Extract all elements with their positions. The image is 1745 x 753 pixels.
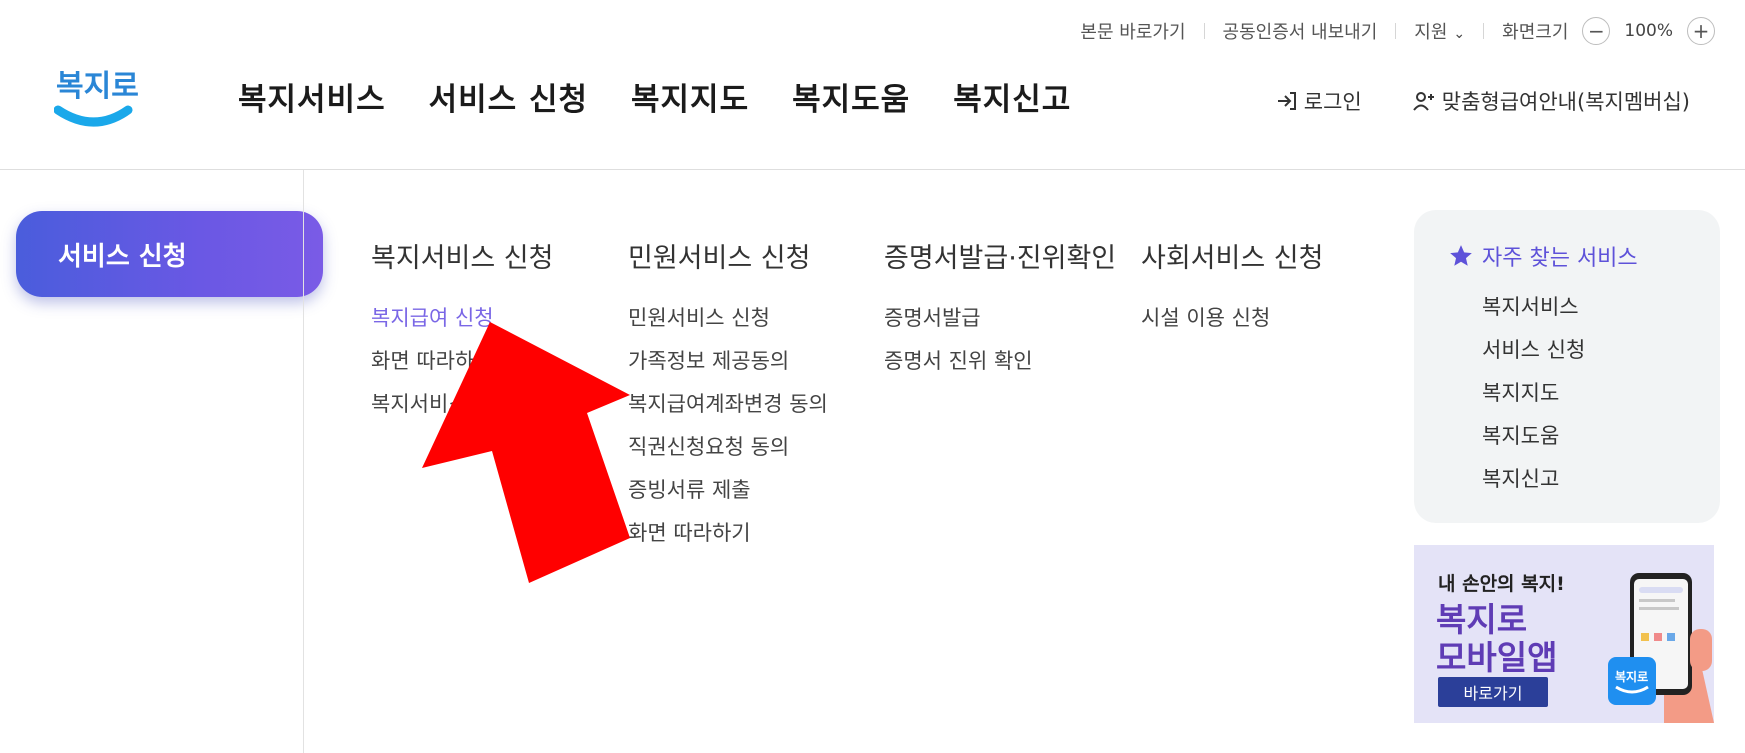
gnb-welfare-report[interactable]: 복지신고 bbox=[953, 74, 1071, 119]
login-label: 로그인 bbox=[1303, 90, 1362, 114]
favorite-services-title: 자주 찾는 서비스 bbox=[1482, 246, 1638, 271]
divider bbox=[1395, 23, 1397, 39]
menu-column-civil-application: 민원서비스 신청 민원서비스 신청 가족정보 제공동의 복지급여계좌변경 동의 … bbox=[628, 236, 828, 555]
zoom-level: 100% bbox=[1624, 21, 1673, 41]
header-divider bbox=[0, 169, 1745, 170]
logo-text: 복지로 bbox=[56, 69, 139, 104]
membership-label: 맞춤형급여안내(복지멤버십) bbox=[1441, 90, 1690, 114]
gnb-welfare-service[interactable]: 복지서비스 bbox=[238, 74, 386, 119]
banner-title: 복지로 모바일앱 bbox=[1436, 601, 1557, 677]
favorite-item-welfare-report[interactable]: 복지신고 bbox=[1448, 458, 1720, 501]
logo-mark-icon: 복지로 bbox=[53, 69, 139, 127]
red-arrow-annotation bbox=[422, 322, 630, 583]
skip-to-content-link[interactable]: 본문 바로가기 bbox=[1080, 18, 1185, 44]
banner-go-button[interactable]: 바로가기 bbox=[1438, 677, 1548, 707]
favorite-services-panel: 자주 찾는 서비스 복지서비스 서비스 신청 복지지도 복지도움 복지신고 bbox=[1414, 210, 1720, 523]
membership-link[interactable]: 맞춤형급여안내(복지멤버십) bbox=[1412, 86, 1690, 116]
gnb-service-application[interactable]: 서비스 신청 bbox=[429, 74, 588, 119]
support-dropdown[interactable]: 지원 ⌄ bbox=[1414, 18, 1465, 44]
menu-link-screen-guide[interactable]: 화면 따라하기 bbox=[628, 512, 828, 555]
login-icon bbox=[1277, 92, 1296, 110]
zoom-out-button[interactable]: − bbox=[1582, 17, 1611, 45]
screen-size-label: 화면크기 bbox=[1502, 22, 1569, 43]
favorite-services-heading: 자주 찾는 서비스 bbox=[1448, 240, 1720, 272]
gnb-welfare-map[interactable]: 복지지도 bbox=[631, 74, 749, 119]
menu-link-family-info-consent[interactable]: 가족정보 제공동의 bbox=[628, 340, 828, 383]
sidebar-item-service-application[interactable]: 서비스 신청 bbox=[16, 211, 323, 297]
phone-in-hand-illustration: 복지로 bbox=[1608, 573, 1714, 723]
menu-column-title: 사회서비스 신청 bbox=[1141, 243, 1324, 274]
support-label: 지원 bbox=[1414, 22, 1448, 43]
gnb-welfare-help[interactable]: 복지도움 bbox=[792, 74, 910, 119]
favorite-item-welfare-map[interactable]: 복지지도 bbox=[1448, 372, 1720, 415]
mobile-app-banner[interactable]: 내 손안의 복지! 복지로 모바일앱 바로가기 복지로 bbox=[1414, 545, 1714, 723]
menu-column-title: 복지서비스 신청 bbox=[371, 243, 554, 274]
sidebar-divider bbox=[303, 170, 304, 753]
star-icon bbox=[1450, 245, 1472, 266]
favorite-item-welfare-service[interactable]: 복지서비스 bbox=[1448, 286, 1720, 329]
banner-subtitle: 내 손안의 복지! bbox=[1438, 573, 1565, 595]
banner-title-line2: 모바일앱 bbox=[1436, 638, 1558, 677]
divider bbox=[1203, 23, 1205, 39]
zoom-in-button[interactable]: + bbox=[1687, 17, 1715, 45]
menu-link-account-change-consent[interactable]: 복지급여계좌변경 동의 bbox=[628, 383, 828, 426]
menu-link-submit-documents[interactable]: 증빙서류 제출 bbox=[628, 469, 828, 512]
menu-link-facility-use-application[interactable]: 시설 이용 신청 bbox=[1141, 297, 1323, 340]
login-link[interactable]: 로그인 bbox=[1276, 86, 1362, 116]
menu-link-ex-officio-request-consent[interactable]: 직권신청요청 동의 bbox=[628, 426, 828, 469]
add-user-icon bbox=[1412, 92, 1434, 111]
divider bbox=[1483, 23, 1485, 39]
export-certificate-link[interactable]: 공동인증서 내보내기 bbox=[1223, 18, 1378, 44]
utility-bar: 본문 바로가기 공동인증서 내보내기 지원 ⌄ 화면크기 − 100% + bbox=[1080, 14, 1715, 48]
favorite-item-welfare-help[interactable]: 복지도움 bbox=[1448, 415, 1720, 458]
member-links: 로그인 맞춤형급여안내(복지멤버십) bbox=[1276, 86, 1690, 116]
screen-size-control: 화면크기 − 100% + bbox=[1502, 17, 1715, 45]
menu-column-certificate: 증명서발급·진위확인 증명서발급 증명서 진위 확인 bbox=[884, 236, 1116, 383]
menu-link-certificate-issue[interactable]: 증명서발급 bbox=[884, 297, 1116, 340]
menu-column-title: 민원서비스 신청 bbox=[628, 243, 811, 274]
chevron-down-icon: ⌄ bbox=[1453, 26, 1466, 42]
banner-title-line1: 복지로 bbox=[1436, 600, 1528, 639]
main-navigation: 복지서비스 서비스 신청 복지지도 복지도움 복지신고 bbox=[238, 74, 1114, 119]
bokjiro-logo[interactable]: 복지로 bbox=[53, 58, 154, 138]
menu-column-title: 증명서발급·진위확인 bbox=[884, 243, 1117, 274]
menu-link-certificate-verify[interactable]: 증명서 진위 확인 bbox=[884, 340, 1116, 383]
menu-column-social-service: 사회서비스 신청 시설 이용 신청 bbox=[1141, 236, 1323, 340]
app-icon-label: 복지로 bbox=[1615, 669, 1648, 684]
menu-link-civil-service-application[interactable]: 민원서비스 신청 bbox=[628, 297, 828, 340]
favorite-item-service-application[interactable]: 서비스 신청 bbox=[1448, 329, 1720, 372]
